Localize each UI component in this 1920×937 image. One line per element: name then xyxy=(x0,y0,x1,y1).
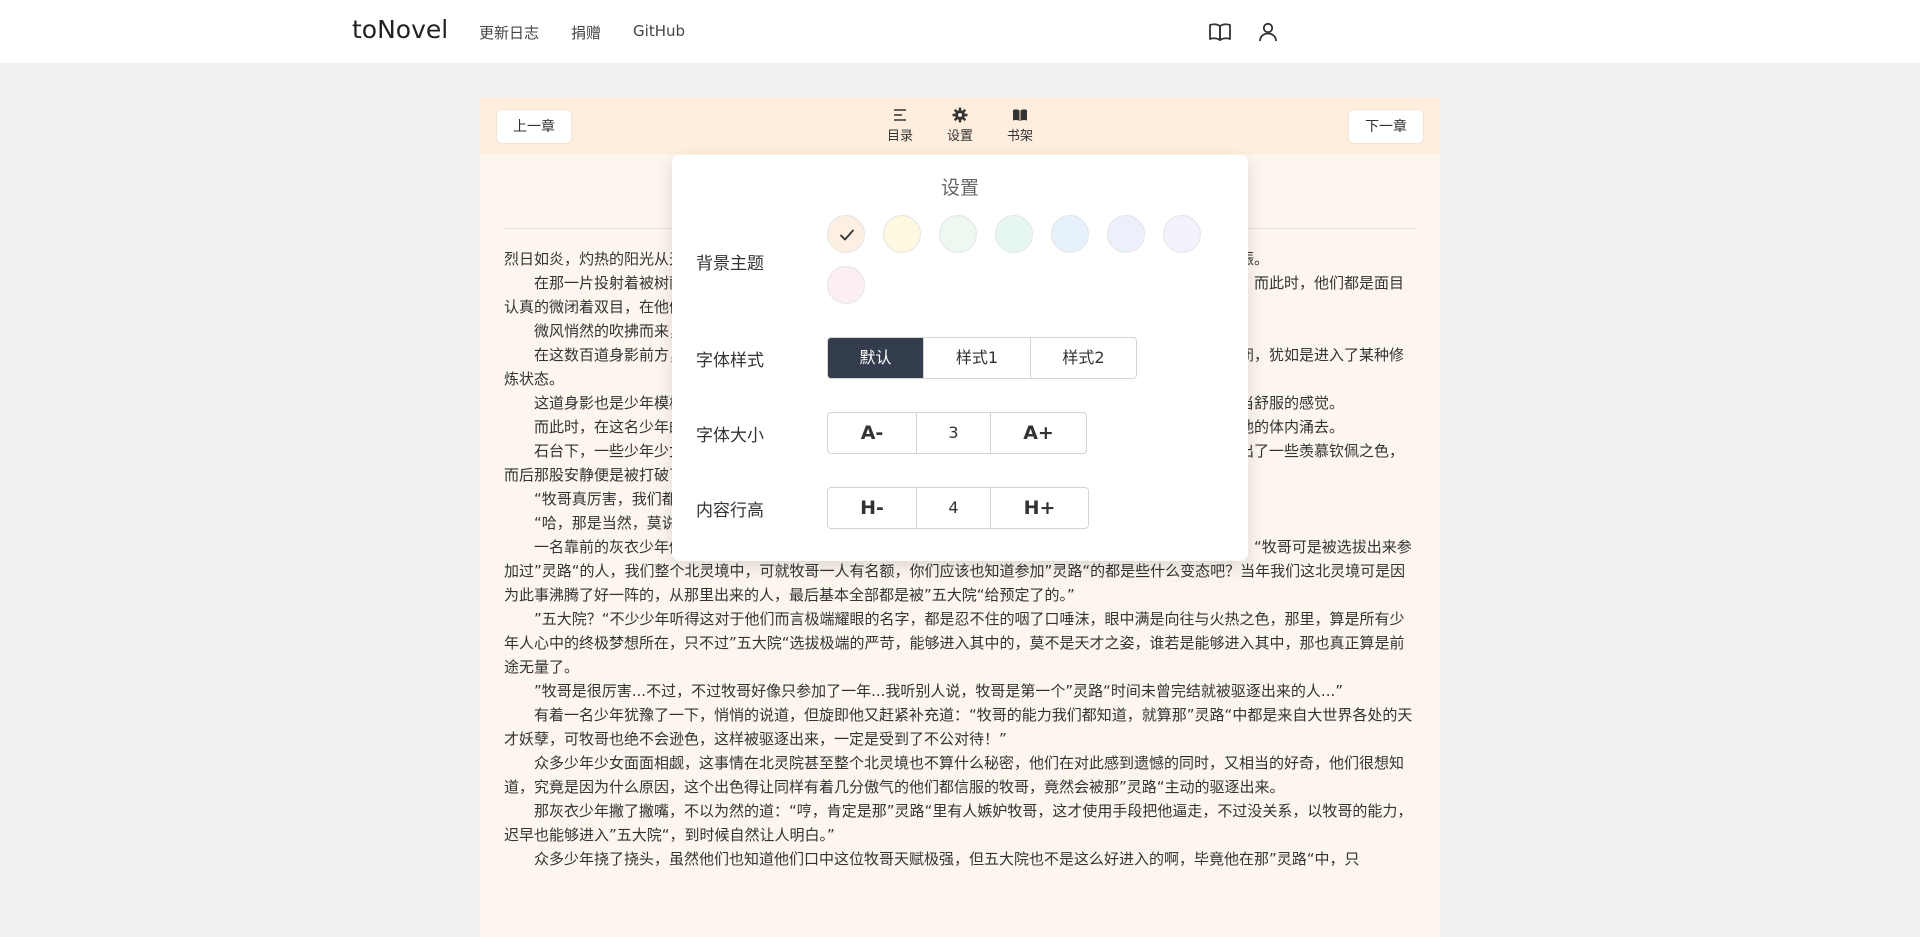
font-style-label: 字体样式 xyxy=(696,351,764,371)
book-open-icon[interactable] xyxy=(1208,20,1232,48)
header-actions xyxy=(1208,20,1280,48)
nav-donate[interactable]: 捐赠 xyxy=(571,22,601,43)
settings-button[interactable]: 设置 xyxy=(938,107,982,144)
line-height-decrease-button[interactable]: H- xyxy=(828,488,917,528)
font-style-selector: 默认 样式1 样式2 xyxy=(827,337,1137,379)
gear-icon xyxy=(952,107,968,123)
font-size-label: 字体大小 xyxy=(696,426,764,446)
paragraph: 有着一名少年犹豫了一下，悄悄的说道，但旋即他又赶紧补充道：“牧哥的能力我们都知道… xyxy=(504,706,1413,748)
theme-swatch-5[interactable] xyxy=(1051,215,1089,253)
nav-changelog[interactable]: 更新日志 xyxy=(479,22,539,43)
theme-label: 背景主题 xyxy=(696,254,764,274)
theme-swatch-2[interactable] xyxy=(883,215,921,253)
top-navbar: toNovel 更新日志 捐赠 GitHub xyxy=(0,0,1920,63)
paragraph: ”牧哥是很厉害...不过，不过牧哥好像只参加了一年...我听别人说，牧哥是第一个… xyxy=(534,682,1344,700)
toc-label: 目录 xyxy=(886,129,913,144)
font-style-2[interactable]: 样式2 xyxy=(1031,338,1136,378)
paragraph: ”五大院？“不少少年听得这对于他们而言极端耀眼的名字，都是忍不住的咽了口唾沫，眼… xyxy=(504,610,1405,676)
list-icon xyxy=(894,109,906,121)
font-style-1[interactable]: 样式1 xyxy=(924,338,1031,378)
line-height-stepper: H- 4 H+ xyxy=(827,487,1089,529)
theme-swatch-6[interactable] xyxy=(1107,215,1145,253)
settings-title: 设置 xyxy=(940,177,979,199)
font-size-increase-button[interactable]: A+ xyxy=(991,413,1086,453)
main-nav: 更新日志 捐赠 GitHub xyxy=(479,22,685,43)
font-style-default[interactable]: 默认 xyxy=(828,338,924,378)
theme-swatch-3[interactable] xyxy=(939,215,977,253)
font-size-value: 3 xyxy=(917,413,991,453)
user-icon[interactable] xyxy=(1256,20,1280,48)
font-size-decrease-button[interactable]: A- xyxy=(828,413,917,453)
reader-toolbar: 上一章 目录 设置 书架 下一章 xyxy=(480,97,1440,154)
line-height-increase-button[interactable]: H+ xyxy=(991,488,1088,528)
paragraph: 众多少年少女面面相觑，这事情在北灵院甚至整个北灵境也不算什么秘密，他们在对此感到… xyxy=(504,754,1405,796)
paragraph: 那灰衣少年撇了撇嘴，不以为然的道：“哼，肯定是那”灵路“里有人嫉妒牧哥，这才使用… xyxy=(504,802,1413,844)
theme-swatch-8[interactable] xyxy=(827,266,865,304)
toc-button[interactable]: 目录 xyxy=(878,107,922,144)
nav-github[interactable]: GitHub xyxy=(633,22,685,43)
theme-swatch-4[interactable] xyxy=(995,215,1033,253)
brand-logo[interactable]: toNovel xyxy=(352,15,448,44)
settings-label: 设置 xyxy=(946,129,973,144)
next-chapter-button[interactable]: 下一章 xyxy=(1348,109,1424,144)
settings-panel: 设置 背景主题 字体样式 默认 样式1 样式2 字体大小 A- 3 A+ 内容行… xyxy=(672,155,1248,561)
line-height-value: 4 xyxy=(917,488,991,528)
font-size-stepper: A- 3 A+ xyxy=(827,412,1087,454)
book-icon xyxy=(1013,109,1027,121)
bookshelf-label: 书架 xyxy=(1006,129,1033,144)
check-icon xyxy=(840,229,854,241)
line-height-label: 内容行高 xyxy=(696,501,764,521)
theme-swatch-1[interactable] xyxy=(827,215,865,253)
paragraph: 众多少年挠了挠头，虽然他们也知道他们口中这位牧哥天赋极强，但五大院也不是这么好进… xyxy=(534,850,1360,868)
bookshelf-button[interactable]: 书架 xyxy=(998,107,1042,144)
theme-swatch-7[interactable] xyxy=(1163,215,1201,253)
prev-chapter-button[interactable]: 上一章 xyxy=(496,109,572,144)
